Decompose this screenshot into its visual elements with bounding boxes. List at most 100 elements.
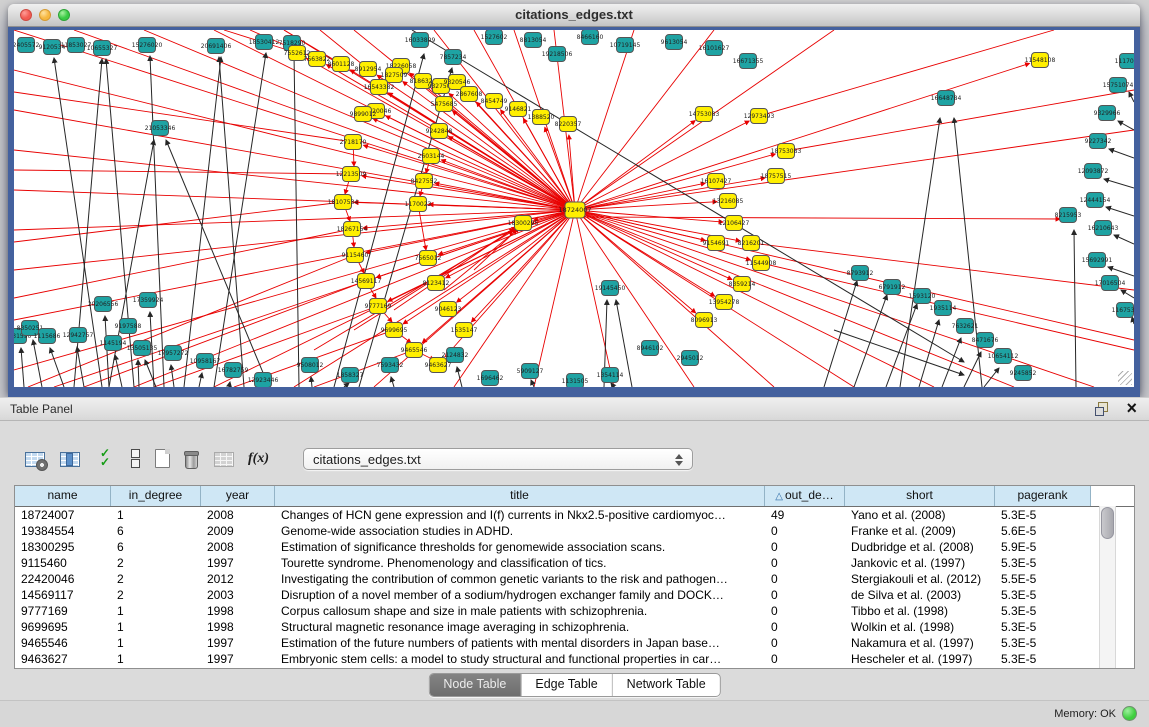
table-settings-icon[interactable] xyxy=(24,449,46,469)
graph-node-label: 2945012 xyxy=(677,355,704,362)
graph-node-label: 2867608 xyxy=(456,91,483,98)
table-row[interactable]: 1456911722003Disruption of a novel membe… xyxy=(15,587,1134,603)
tab-node-table[interactable]: Node Table xyxy=(429,674,520,696)
vertical-scrollbar[interactable] xyxy=(1099,506,1116,668)
table-row[interactable]: 1872400712008Changes of HCN gene express… xyxy=(15,507,1134,523)
tab-edge-table[interactable]: Edge Table xyxy=(520,674,611,696)
graph-edge xyxy=(294,54,299,387)
column-header-pagerank[interactable]: pagerank xyxy=(995,486,1091,506)
scrollbar-thumb[interactable] xyxy=(1101,507,1114,539)
memory-ok-indicator-icon xyxy=(1122,706,1137,721)
graph-edge xyxy=(1109,149,1134,158)
float-panel-icon[interactable] xyxy=(1095,402,1109,416)
graph-node-label: 16782759 xyxy=(218,367,249,374)
graph-node-label: 8359214 xyxy=(729,281,756,288)
graph-node-label: 17957272 xyxy=(158,350,189,357)
table-row[interactable]: 911546021997Tourette syndrome. Phenomeno… xyxy=(15,555,1134,571)
import-table-icon[interactable] xyxy=(213,449,235,469)
resize-grip[interactable] xyxy=(1118,371,1132,385)
graph-edge xyxy=(105,316,109,387)
graph-edge xyxy=(1132,317,1134,324)
cell-out_de: 0 xyxy=(765,635,845,651)
table-row[interactable]: 969969511998Structural magnetic resonanc… xyxy=(15,619,1134,635)
graph-node-label: 21053346 xyxy=(145,125,176,132)
cell-year: 2009 xyxy=(201,523,275,539)
table-row[interactable]: 1830029562008Estimation of significance … xyxy=(15,539,1134,555)
graph-node-label: 1145194 xyxy=(100,340,127,347)
graph-node-label: 16671355 xyxy=(733,58,764,65)
graph-node-label: 1593120 xyxy=(909,293,936,300)
tab-network-table[interactable]: Network Table xyxy=(612,674,720,696)
cell-title: Embryonic stem cells: a model to study s… xyxy=(275,651,765,667)
window-titlebar[interactable]: citations_edges.txt xyxy=(8,4,1140,27)
graph-node-label: 9899012 xyxy=(350,111,377,118)
column-header-in_degree[interactable]: in_degree xyxy=(111,486,201,506)
column-header-out_de[interactable]: △out_de… xyxy=(765,486,845,506)
graph-node-label: 16543382 xyxy=(364,84,395,91)
table-panel: Table Panel f(x)citations_edges.txt name… xyxy=(0,397,1149,727)
column-icon[interactable] xyxy=(59,449,81,469)
cell-short: Wolkin et al. (1998) xyxy=(845,619,995,635)
table-row[interactable]: 946554611997Estimation of the future num… xyxy=(15,635,1134,651)
graph-node-label: 16648784 xyxy=(931,95,962,102)
graph-node-label: 5909127 xyxy=(517,368,544,375)
network-canvas[interactable]: 2405572912053411853027106553271527602020… xyxy=(14,30,1134,387)
table-header-row: namein_degreeyear title △out_de…short pager… xyxy=(15,486,1134,507)
row-icon[interactable] xyxy=(129,449,141,469)
graph-node-label: 16101627 xyxy=(699,45,730,52)
graph-node-label: 8946102 xyxy=(637,345,664,352)
table-grid-glyph xyxy=(60,452,80,467)
column-header-short[interactable]: short xyxy=(845,486,995,506)
graph-edge xyxy=(311,377,312,387)
graph-edge xyxy=(1074,230,1076,387)
cell-name: 9465546 xyxy=(15,635,111,651)
cell-name: 18724007 xyxy=(15,507,111,523)
column-header-name[interactable]: name xyxy=(15,486,111,506)
network-view-window[interactable]: citations_edges.txt 24055729120534118530… xyxy=(8,4,1140,393)
column-header-label: pagerank xyxy=(1017,488,1067,502)
table-row[interactable]: 946362711997Embryonic stem cells: a mode… xyxy=(15,651,1134,667)
graph-edge xyxy=(575,154,775,210)
graph-edge xyxy=(14,210,575,270)
cell-year: 1998 xyxy=(201,619,275,635)
table-row[interactable]: 2242004622012Investigating the contribut… xyxy=(15,571,1134,587)
cell-title: Investigating the contribution of common… xyxy=(275,571,765,587)
graph-node-label: 12213509 xyxy=(336,171,367,178)
graph-node-label: 1527602 xyxy=(481,34,508,41)
graph-node-label: 5475685 xyxy=(431,101,458,108)
graph-node-label: 18530412 xyxy=(249,39,280,46)
graph-node-label: 8601128 xyxy=(328,61,355,68)
function-builder-icon[interactable]: f(x) xyxy=(248,449,274,469)
cell-pagerank: 5.5E-5 xyxy=(995,571,1091,587)
cell-short: Tibbo et al. (1998) xyxy=(845,603,995,619)
table-selector-dropdown[interactable]: citations_edges.txt xyxy=(303,448,693,470)
graph-node-label: 8427552 xyxy=(411,178,438,185)
graph-edge xyxy=(751,243,1134,290)
graph-node-label: 2603144 xyxy=(418,153,445,160)
delete-table-icon[interactable] xyxy=(183,449,200,469)
select-mode-icon[interactable] xyxy=(94,449,116,469)
graph-node-label: 13954278 xyxy=(709,299,740,306)
cell-year: 1997 xyxy=(201,635,275,651)
graph-node-label: 9465546 xyxy=(401,347,428,354)
column-header-label: title xyxy=(510,488,529,502)
cell-pagerank: 5.6E-5 xyxy=(995,523,1091,539)
table-row[interactable]: 1938455462009Genome-wide association stu… xyxy=(15,523,1134,539)
graph-node-label: 7563822 xyxy=(304,56,331,63)
graph-edge xyxy=(444,230,517,290)
graph-edge xyxy=(575,130,1134,210)
graph-node-label: 8123412 xyxy=(423,280,450,287)
graph-node-label: 12444154 xyxy=(1080,197,1111,204)
new-table-icon[interactable] xyxy=(154,449,170,469)
graph-node-label: 17359924 xyxy=(133,297,164,304)
table-row[interactable]: 977716911998Corpus callosum shape and si… xyxy=(15,603,1134,619)
cell-short: Franke et al. (2009) xyxy=(845,523,995,539)
graph-node-label: 18267154 xyxy=(337,226,368,233)
graph-edge xyxy=(531,380,534,387)
graph-edge xyxy=(942,338,961,387)
graph-edge xyxy=(575,30,634,210)
column-header-title[interactable]: title xyxy=(275,486,765,506)
column-header-year[interactable]: year xyxy=(201,486,275,506)
cell-year: 2003 xyxy=(201,587,275,603)
close-panel-icon[interactable] xyxy=(1126,397,1137,419)
